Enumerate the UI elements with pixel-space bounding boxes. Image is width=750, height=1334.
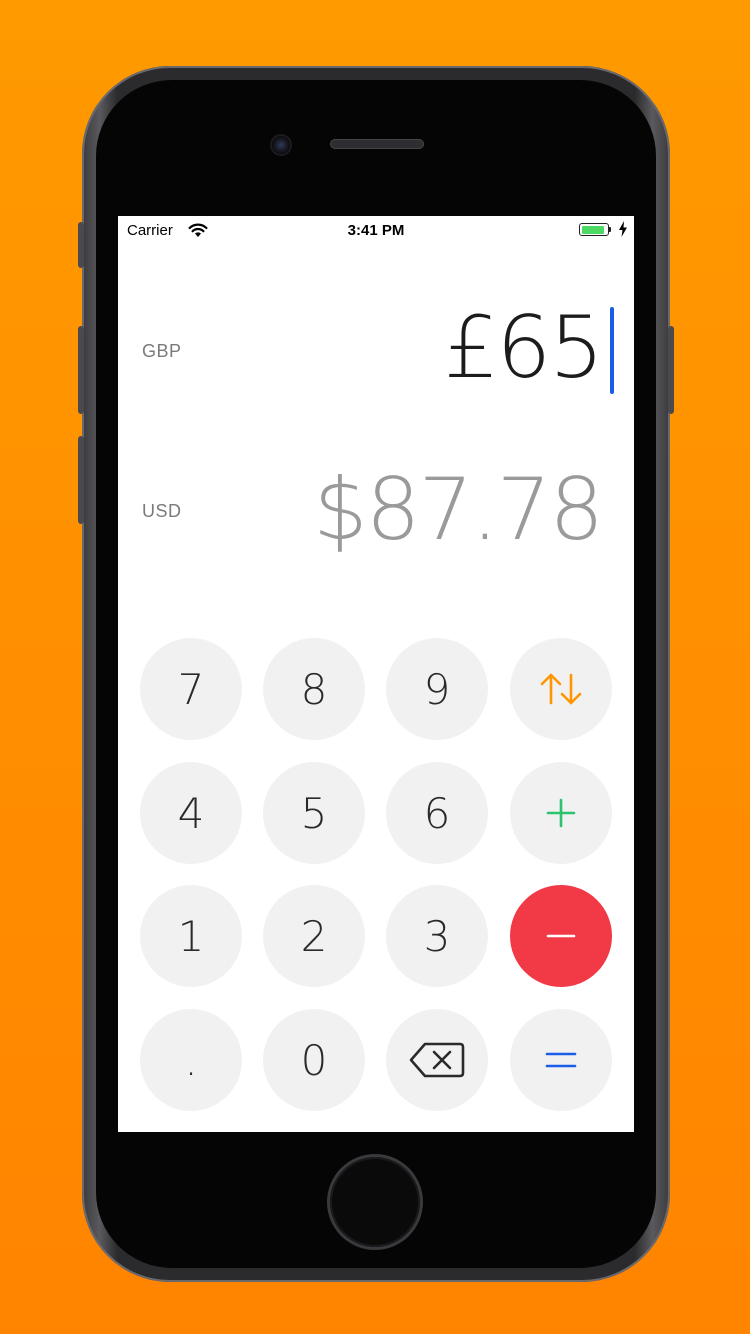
charging-bolt-icon <box>619 221 627 237</box>
home-button[interactable] <box>330 1157 420 1247</box>
key-8[interactable]: 8 <box>263 638 365 740</box>
volume-up-button <box>78 326 84 414</box>
key-4[interactable]: 4 <box>140 762 242 864</box>
battery-nub <box>609 227 611 232</box>
equals-button[interactable] <box>510 1009 612 1111</box>
minus-icon <box>546 934 576 938</box>
key-9[interactable]: 9 <box>386 638 488 740</box>
swap-currencies-button[interactable] <box>510 638 612 740</box>
volume-down-button <box>78 436 84 524</box>
key-3[interactable]: 3 <box>386 885 488 987</box>
text-cursor <box>610 307 614 394</box>
swap-arrows-icon <box>540 673 582 705</box>
key-0[interactable]: 0 <box>263 1009 365 1111</box>
key-1[interactable]: 1 <box>140 885 242 987</box>
key-7[interactable]: 7 <box>140 638 242 740</box>
to-amount: $87.78 <box>313 460 604 560</box>
mute-switch <box>78 222 84 268</box>
plus-button[interactable] <box>510 762 612 864</box>
to-currency-code: USD <box>142 501 182 521</box>
front-camera <box>272 136 290 154</box>
key-5[interactable]: 5 <box>263 762 365 864</box>
status-time: 3:41 PM <box>347 222 405 239</box>
battery-icon <box>579 223 609 236</box>
backspace-button[interactable] <box>386 1009 488 1111</box>
from-currency-code: GBP <box>142 341 182 361</box>
key-2[interactable]: 2 <box>263 885 365 987</box>
key-6[interactable]: 6 <box>386 762 488 864</box>
plus-icon <box>546 798 576 828</box>
battery-level <box>581 225 605 234</box>
app-screen: Carrier 3:41 PM GBP £65 USD $87.78 7 8 9 <box>118 216 634 1132</box>
power-button <box>668 326 674 414</box>
earpiece-speaker <box>330 139 424 149</box>
decimal-key[interactable]: . <box>140 1009 242 1111</box>
equals-icon <box>545 1052 577 1068</box>
backspace-icon <box>409 1042 465 1078</box>
minus-button[interactable] <box>510 885 612 987</box>
from-amount[interactable]: £65 <box>444 298 604 398</box>
status-bar: Carrier 3:41 PM <box>118 216 634 244</box>
